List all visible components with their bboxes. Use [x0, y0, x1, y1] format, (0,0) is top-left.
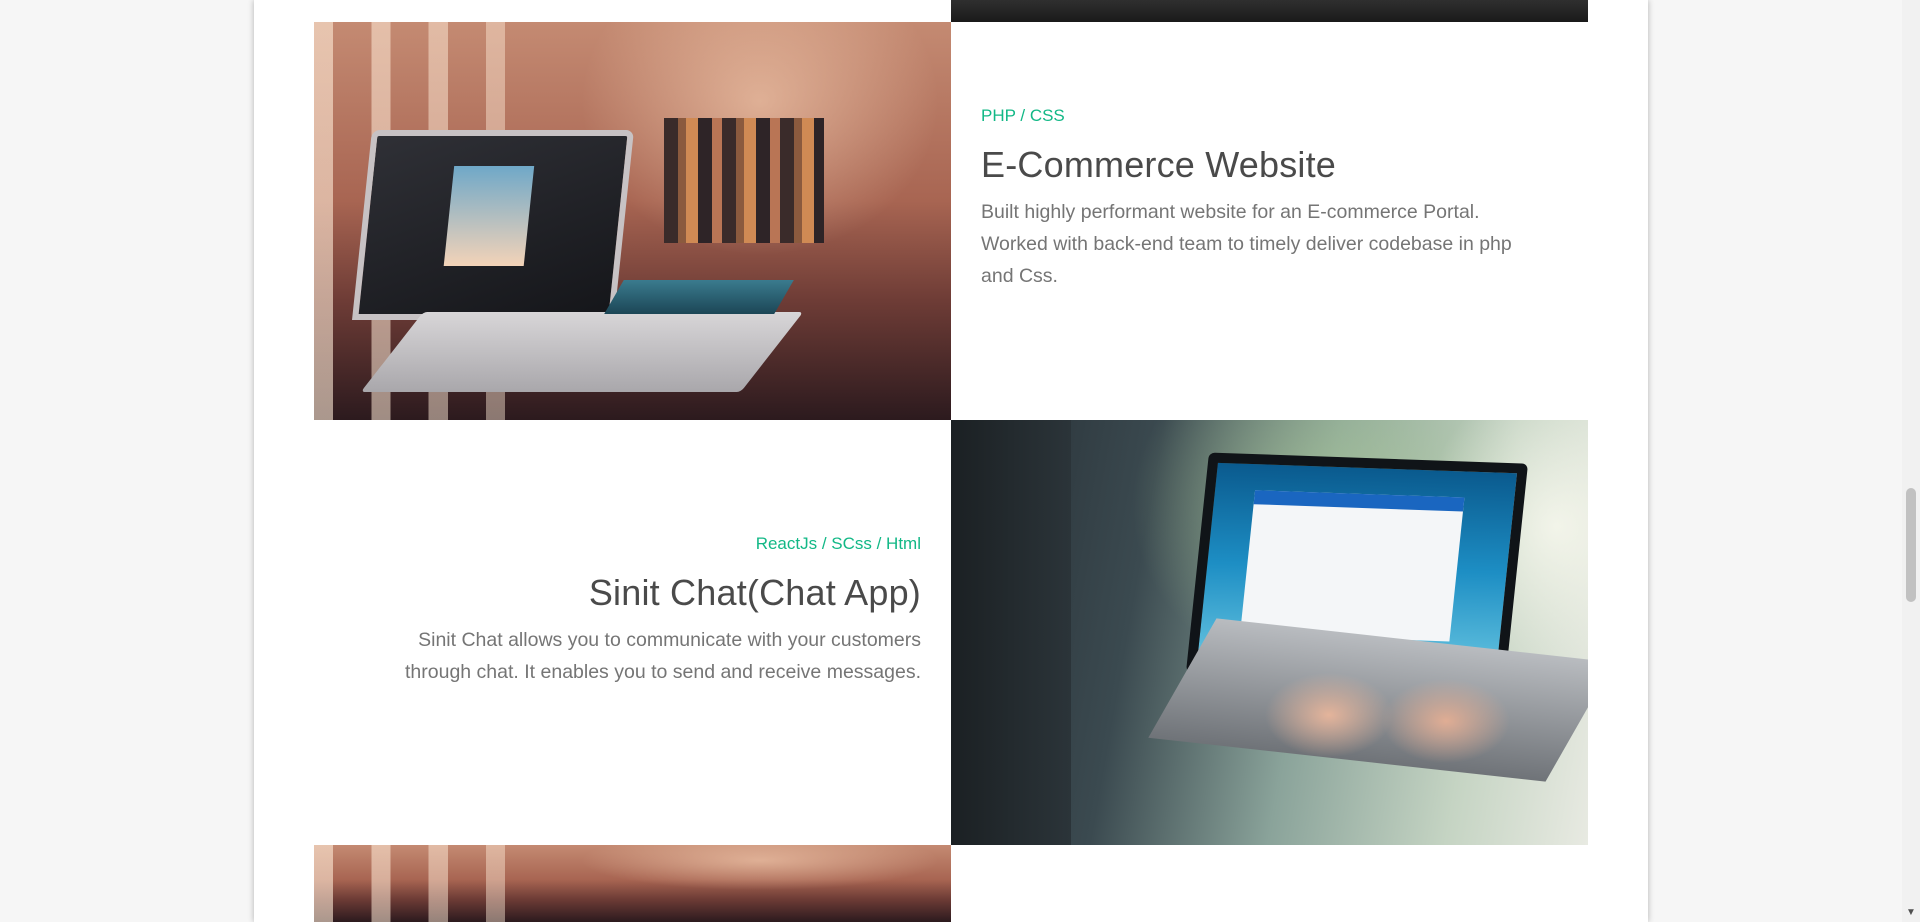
previous-project-image	[951, 0, 1588, 22]
project-tags: PHP / CSS	[981, 106, 1065, 125]
project-title[interactable]: Sinit Chat(Chat App)	[361, 572, 921, 614]
project-title[interactable]: E-Commerce Website	[981, 144, 1541, 186]
project-description: Built highly performant website for an E…	[981, 201, 1512, 287]
next-project-image[interactable]	[314, 845, 951, 922]
laptop-screen-graphic	[352, 130, 634, 320]
vertical-scrollbar[interactable]: ▼	[1902, 0, 1920, 922]
chat-project-image[interactable]	[951, 420, 1588, 845]
hands-graphic	[1251, 655, 1511, 775]
laptop-base-graphic	[360, 312, 804, 392]
books-graphic	[664, 118, 824, 243]
notebook-graphic	[604, 280, 794, 314]
chevron-down-icon[interactable]: ▼	[1902, 906, 1920, 920]
scrollbar-thumb[interactable]	[1906, 488, 1916, 602]
portfolio-card: PHP / CSS E-Commerce Website Built highl…	[254, 0, 1648, 922]
ecommerce-project-image[interactable]	[314, 22, 951, 420]
viewport: PHP / CSS E-Commerce Website Built highl…	[0, 0, 1902, 922]
person-graphic	[951, 420, 1071, 845]
project-description: Sinit Chat allows you to communicate wit…	[405, 629, 921, 683]
ecommerce-project-text: PHP / CSS E-Commerce Website Built highl…	[981, 106, 1541, 292]
chat-project-text: ReactJs / SCss / Html Sinit Chat(Chat Ap…	[361, 534, 921, 688]
project-tags: ReactJs / SCss / Html	[755, 534, 921, 553]
